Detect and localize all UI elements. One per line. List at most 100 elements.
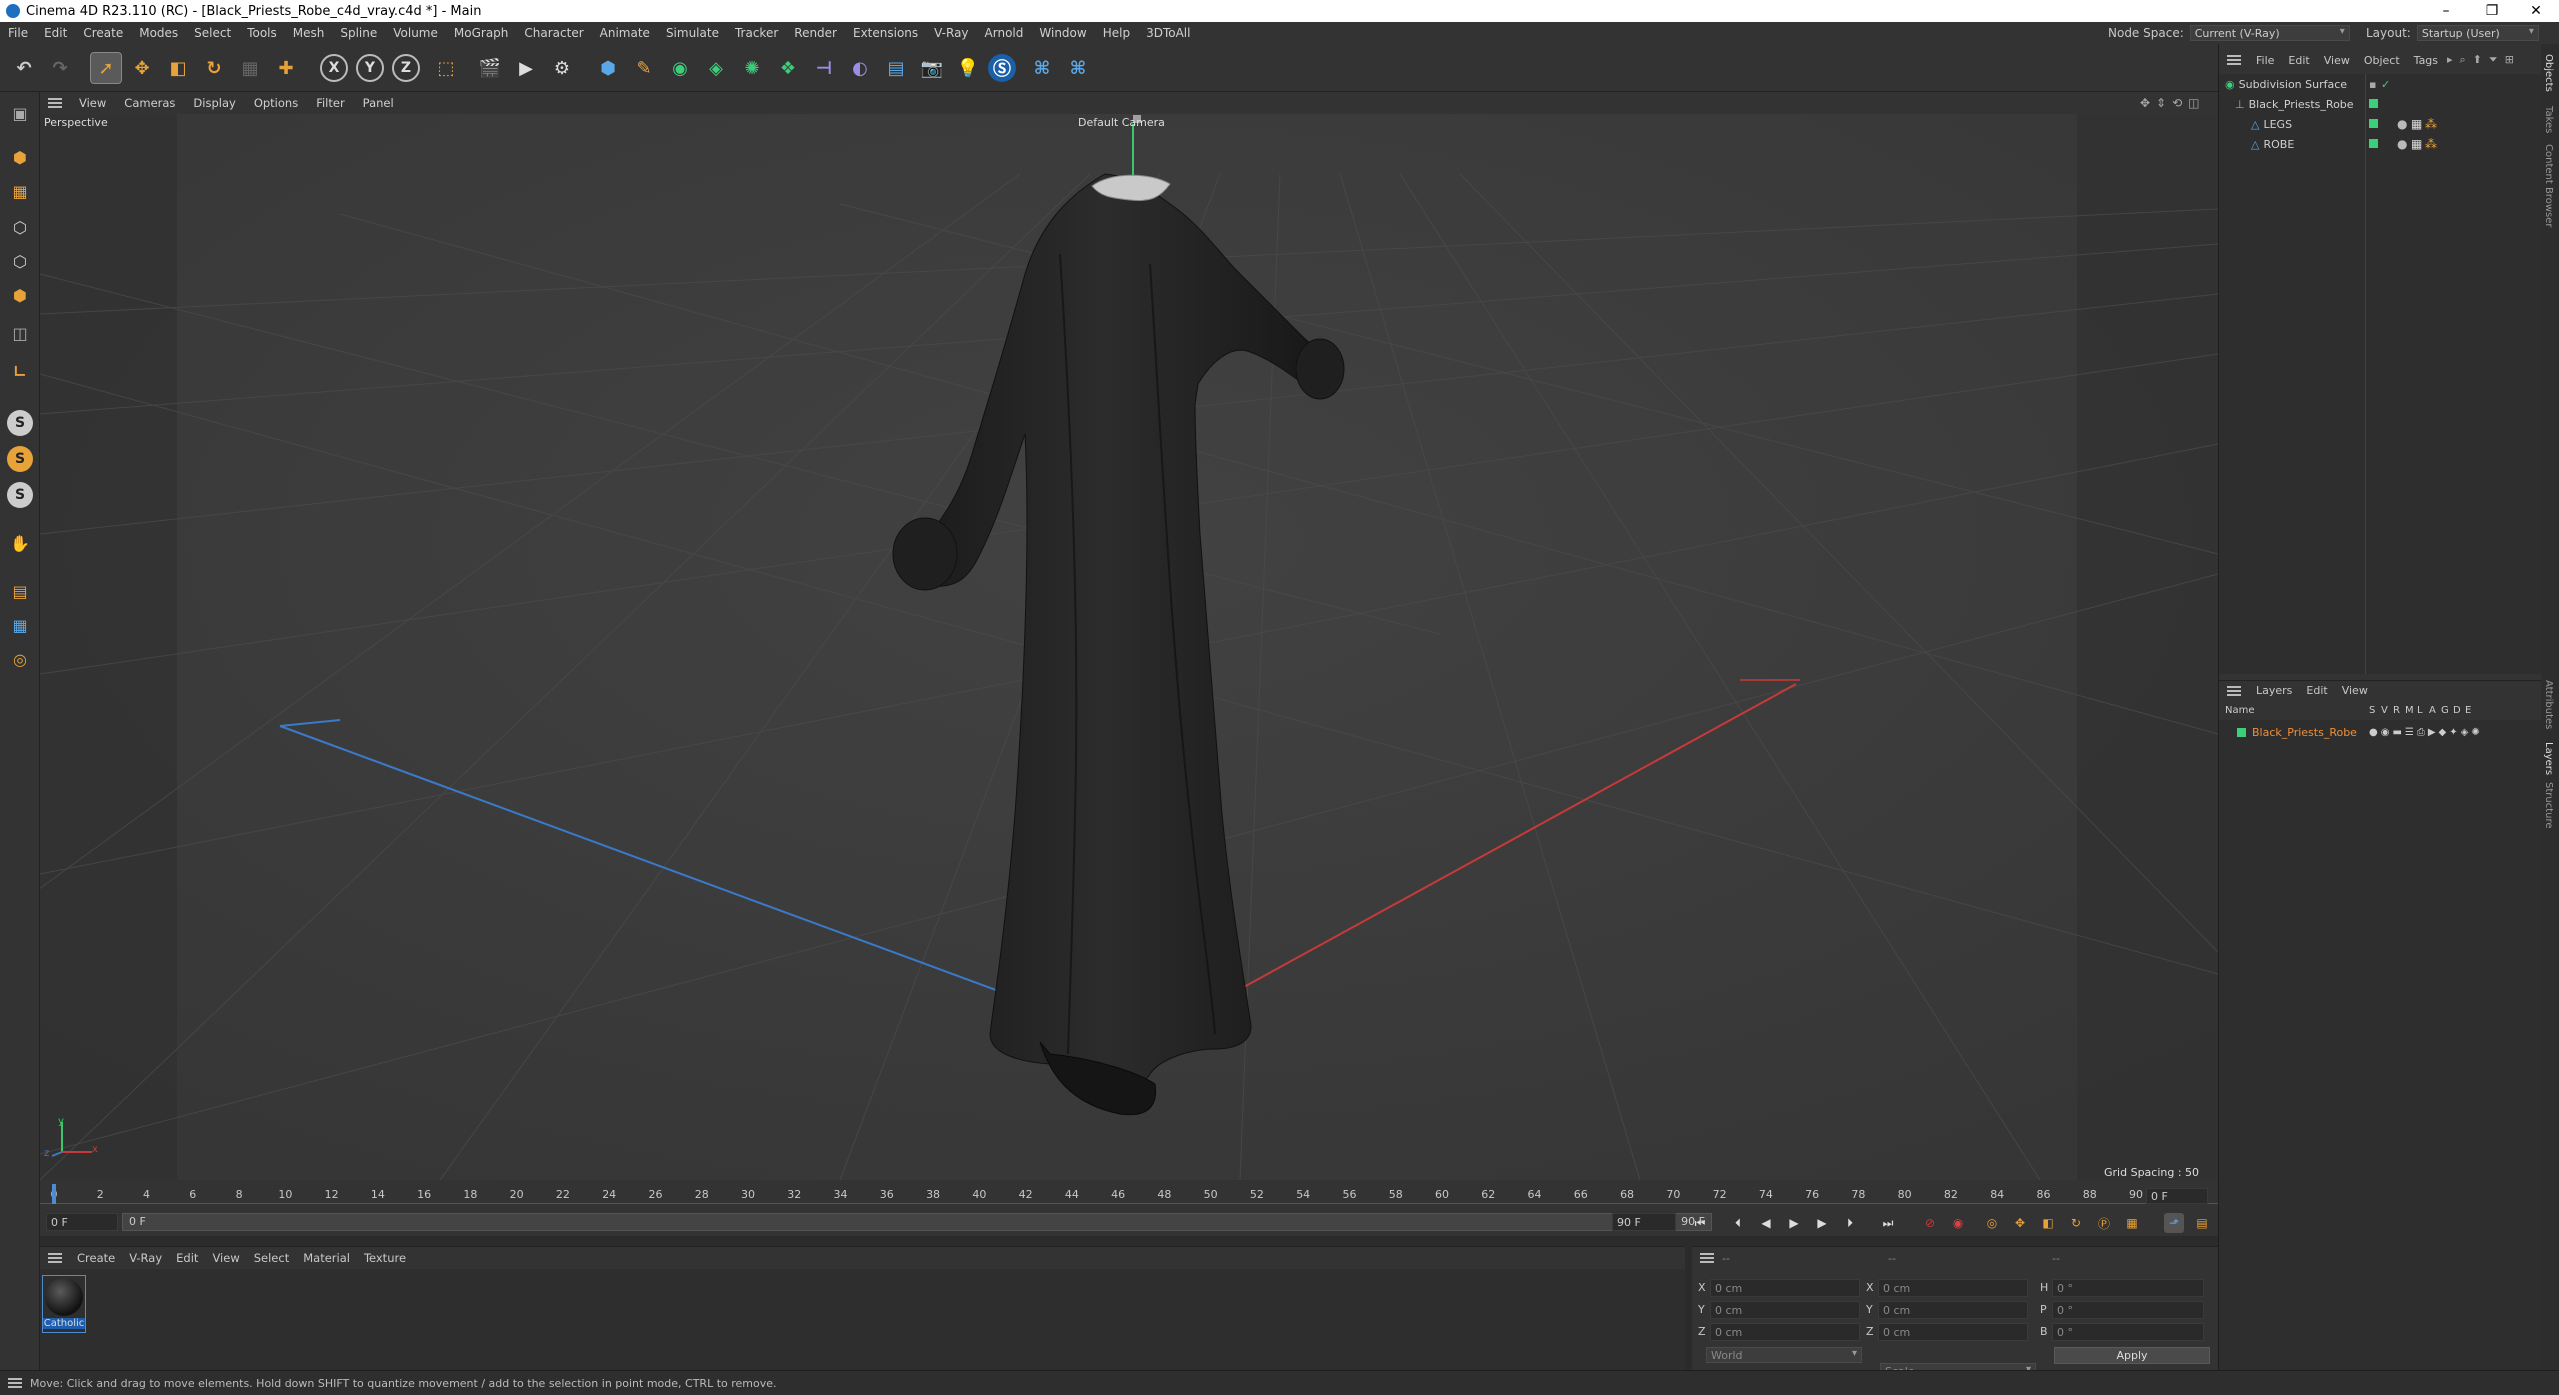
timeline-window-icon[interactable]: ▤ [2192, 1213, 2212, 1233]
size-z-field[interactable]: 0 cm [1878, 1323, 2028, 1341]
coordinate-system-icon[interactable]: ⬚ [430, 52, 462, 84]
floor-icon[interactable]: ▤ [880, 52, 912, 84]
object-menu-tags[interactable]: Tags [2407, 54, 2445, 67]
object-row-legs[interactable]: △ LEGS ● ▦ ⁂ [2219, 114, 2542, 134]
minimize-button[interactable]: – [2423, 0, 2469, 22]
layer-row[interactable]: Black_Priests_Robe ●◉▬☰⎙▶◆✦◈✺ [2219, 722, 2542, 742]
snap-settings-icon[interactable]: S [7, 446, 33, 472]
material-menu-icon[interactable] [48, 1253, 62, 1263]
material-menu-view[interactable]: View [205, 1251, 246, 1265]
camera-icon[interactable]: 📷 [916, 52, 948, 84]
menu-animate[interactable]: Animate [592, 26, 658, 40]
menu-tracker[interactable]: Tracker [727, 26, 786, 40]
y-axis-lock-button[interactable]: Y [356, 54, 384, 82]
layer-color-swatch[interactable] [2237, 727, 2246, 737]
model-mode-icon[interactable]: ⬢ [4, 142, 36, 172]
menu-create[interactable]: Create [75, 26, 131, 40]
timeline[interactable]: 0246810121416182022242628303234363840424… [40, 1180, 2218, 1236]
go-to-end-icon[interactable]: ⏭ [1878, 1213, 1898, 1233]
material-menu-select[interactable]: Select [247, 1251, 296, 1265]
side-tab-attributes[interactable]: Attributes [2543, 680, 2554, 729]
enabled-check-icon[interactable]: ✓ [2381, 78, 2390, 91]
scale-tool-icon[interactable]: ◧ [162, 52, 194, 84]
menu-tools[interactable]: Tools [239, 26, 285, 40]
spline-pen-icon[interactable]: ✎ [628, 52, 660, 84]
side-tab-content-browser[interactable]: Content Browser [2543, 144, 2554, 227]
visibility-toggle-icon[interactable]: ▪ [2369, 78, 2376, 91]
selection-tag-icon[interactable]: ⁂ [2425, 117, 2437, 131]
viewport-menu-panel[interactable]: Panel [354, 96, 403, 110]
add-object-icon[interactable]: ✚ [270, 52, 302, 84]
frame-display-field[interactable]: 0 F [2146, 1188, 2208, 1204]
key-scale-icon[interactable]: ◧ [2038, 1213, 2058, 1233]
end-frame-field[interactable]: 90 F [1612, 1213, 1676, 1231]
size-x-field[interactable]: 0 cm [1878, 1279, 2028, 1297]
motion-system-icon[interactable]: ⬏ [2164, 1213, 2184, 1233]
menu-render[interactable]: Render [786, 26, 845, 40]
go-to-start-icon[interactable]: ⏮ [1690, 1213, 1710, 1233]
close-button[interactable]: ✕ [2513, 0, 2559, 22]
layer-menu-edit[interactable]: Edit [2299, 684, 2334, 697]
solo-icon[interactable]: ◎ [4, 644, 36, 674]
rotation-h-field[interactable]: 0 ° [2052, 1279, 2204, 1297]
menu-help[interactable]: Help [1095, 26, 1138, 40]
layer-manager-menu-icon[interactable] [2227, 685, 2241, 696]
viewport-menu-display[interactable]: Display [184, 96, 244, 110]
key-parameter-icon[interactable]: Ⓟ [2094, 1213, 2114, 1233]
layer-toggle-icons[interactable]: ●◉▬☰⎙▶◆✦◈✺ [2369, 727, 2483, 738]
field-icon[interactable]: ◐ [844, 52, 876, 84]
material-tag-icon[interactable]: ● [2397, 117, 2407, 131]
next-frame-icon[interactable]: ▶ [1812, 1213, 1832, 1233]
deformer-icon[interactable]: ⊣ [808, 52, 840, 84]
object-row-black-priests-robe[interactable]: ⊥ Black_Priests_Robe [2219, 94, 2542, 114]
timeline-ruler[interactable]: 0246810121416182022242628303234363840424… [40, 1180, 2218, 1204]
previous-keyframe-icon[interactable]: ⏴ [1728, 1213, 1748, 1233]
record-keys-icon[interactable]: ⊘ [1920, 1213, 1940, 1233]
maximize-button[interactable]: ❐ [2469, 0, 2515, 22]
uv-mode-icon[interactable]: ◫ [4, 318, 36, 348]
auto-keying-icon[interactable]: ◉ [1948, 1213, 1968, 1233]
menu-file[interactable]: File [0, 26, 36, 40]
workplane-icon[interactable]: ▤ [4, 576, 36, 606]
object-menu-object[interactable]: Object [2357, 54, 2407, 67]
viewport-menu-options[interactable]: Options [245, 96, 307, 110]
side-tab-objects[interactable]: Objects [2543, 54, 2554, 92]
menu-3dtoall[interactable]: 3DToAll [1138, 26, 1198, 40]
menu-window[interactable]: Window [1031, 26, 1094, 40]
side-tab-structure[interactable]: Structure [2543, 782, 2554, 829]
subdivision-icon[interactable]: ◉ [664, 52, 696, 84]
layer-menu-view[interactable]: View [2335, 684, 2375, 697]
cloner-icon[interactable]: ✺ [736, 52, 768, 84]
menu-edit[interactable]: Edit [36, 26, 75, 40]
position-x-field[interactable]: 0 cm [1710, 1279, 1860, 1297]
rotation-b-field[interactable]: 0 ° [2052, 1323, 2204, 1341]
timeline-playhead[interactable] [52, 1184, 56, 1204]
key-pla-icon[interactable]: ▦ [2122, 1213, 2142, 1233]
viewport-menu-icon[interactable] [48, 98, 62, 108]
make-editable-icon[interactable]: ▣ [4, 98, 36, 128]
grid-icon[interactable]: ▦ [4, 610, 36, 640]
key-rotation-icon[interactable]: ↻ [2066, 1213, 2086, 1233]
layer-color-icon[interactable] [2369, 99, 2378, 108]
menu-modes[interactable]: Modes [131, 26, 186, 40]
points-mode-icon[interactable]: ⬡ [4, 212, 36, 242]
axis-mode-icon[interactable]: ∟ [4, 356, 36, 386]
move-tool-icon[interactable]: ✥ [126, 52, 158, 84]
menu-mograph[interactable]: MoGraph [446, 26, 517, 40]
layer-color-icon[interactable] [2369, 139, 2378, 148]
transform-tool-icon[interactable]: ▦ [234, 52, 266, 84]
material-menu-material[interactable]: Material [296, 1251, 357, 1265]
object-manager-tool-icons[interactable]: ▸⌕⬆⏷⊞ [2447, 53, 2521, 67]
x-axis-lock-button[interactable]: X [320, 54, 348, 82]
material-menu-create[interactable]: Create [70, 1251, 122, 1265]
extrude-generator-icon[interactable]: ◈ [700, 52, 732, 84]
side-tab-takes[interactable]: Takes [2543, 106, 2554, 133]
object-menu-edit[interactable]: Edit [2281, 54, 2316, 67]
rotation-p-field[interactable]: 0 ° [2052, 1301, 2204, 1319]
uvw-tag-icon[interactable]: ▦ [2411, 137, 2422, 151]
lock-workplane-icon[interactable]: ✋ [4, 528, 36, 558]
undo-icon[interactable]: ↶ [8, 52, 40, 84]
cube-object-icon[interactable]: ⬢ [592, 52, 624, 84]
object-row-robe[interactable]: △ ROBE ● ▦ ⁂ [2219, 134, 2542, 154]
object-menu-file[interactable]: File [2249, 54, 2281, 67]
